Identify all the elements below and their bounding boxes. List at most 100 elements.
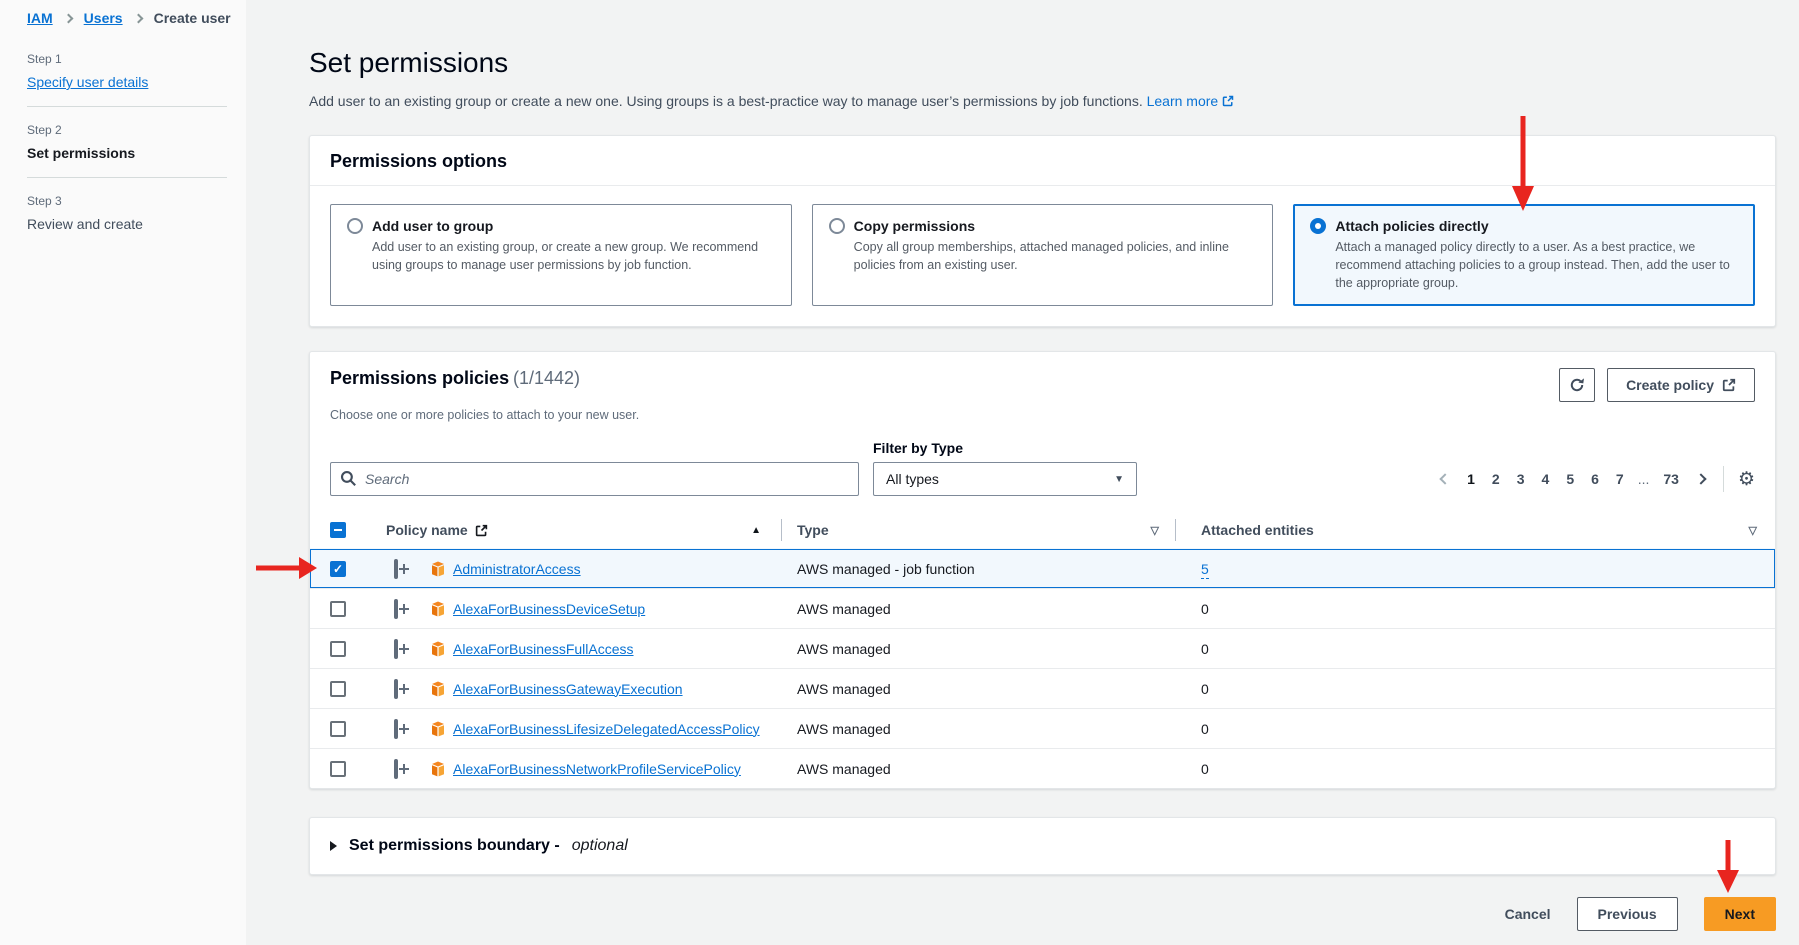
page-number[interactable]: 3 — [1512, 469, 1530, 489]
radio-selected-icon[interactable] — [1310, 218, 1326, 234]
table-row: AlexaForBusinessFullAccess AWS managed 0 — [310, 628, 1775, 668]
attached-entities-header-label: Attached entities — [1201, 522, 1314, 538]
type-filter-select[interactable]: All types ▼ — [873, 462, 1137, 496]
page-number[interactable]: 2 — [1487, 469, 1505, 489]
learn-more-label: Learn more — [1147, 93, 1219, 109]
step-1-link[interactable]: Specify user details — [27, 74, 227, 90]
expand-row-button[interactable] — [394, 759, 398, 779]
radio-unselected-icon[interactable] — [347, 218, 363, 234]
policies-table: Policy name ▲ Type ▽ Attached entities ▽… — [310, 512, 1775, 788]
permissions-policies-title: Permissions policies — [330, 368, 509, 388]
previous-page-icon[interactable] — [1439, 473, 1450, 484]
filter-caret-icon[interactable]: ▽ — [1151, 524, 1175, 537]
page-number[interactable]: 7 — [1611, 469, 1629, 489]
vertical-divider — [1723, 466, 1724, 492]
attached-entities-count: 0 — [1175, 641, 1777, 657]
permissions-options-header: Permissions options — [310, 136, 1775, 185]
permissions-policies-card: Permissions policies (1/1442) Create pol… — [309, 351, 1776, 789]
policy-name-link[interactable]: AlexaForBusinessGatewayExecution — [453, 681, 683, 697]
pagination-ellipsis: ... — [1636, 471, 1652, 487]
policy-name-link[interactable]: AlexaForBusinessNetworkProfileServicePol… — [453, 761, 741, 777]
page-number[interactable]: 73 — [1658, 469, 1684, 489]
wizard-steps: Step 1 Specify user details Step 2 Set p… — [27, 52, 227, 248]
expand-row-button[interactable] — [394, 639, 398, 659]
breadcrumb: IAM Users Create user — [27, 10, 231, 26]
table-header-row: Policy name ▲ Type ▽ Attached entities ▽ — [310, 512, 1775, 548]
learn-more-link[interactable]: Learn more — [1147, 93, 1234, 109]
cancel-button[interactable]: Cancel — [1505, 906, 1551, 922]
breadcrumb-link-users[interactable]: Users — [84, 10, 123, 26]
policies-description: Choose one or more policies to attach to… — [310, 408, 1775, 422]
managed-policy-icon — [430, 601, 446, 617]
create-policy-button[interactable]: Create policy — [1607, 368, 1755, 402]
row-checkbox[interactable] — [330, 721, 346, 737]
column-header-type[interactable]: Type ▽ — [781, 512, 1175, 548]
option-tile-add-user-to-group[interactable]: Add user to group Add user to an existin… — [330, 204, 792, 306]
column-header-attached-entities[interactable]: Attached entities ▽ — [1175, 512, 1777, 548]
permissions-options-title: Permissions options — [330, 151, 1755, 172]
permissions-options-card: Permissions options Add user to group Ad… — [309, 135, 1776, 327]
policy-type: AWS managed — [781, 681, 1175, 697]
attached-entities-count[interactable]: 5 — [1201, 561, 1209, 579]
row-checkbox[interactable] — [330, 641, 346, 657]
attached-entities-count: 0 — [1175, 601, 1777, 617]
policy-name-link[interactable]: AdministratorAccess — [453, 561, 581, 577]
managed-policy-icon — [430, 561, 446, 577]
expand-row-button[interactable] — [394, 559, 398, 579]
table-row: AlexaForBusinessLifesizeDelegatedAccessP… — [310, 708, 1775, 748]
page-number[interactable]: 5 — [1561, 469, 1579, 489]
radio-unselected-icon[interactable] — [829, 218, 845, 234]
external-link-icon — [475, 524, 488, 537]
policy-type: AWS managed — [781, 601, 1175, 617]
row-checkbox[interactable] — [330, 601, 346, 617]
external-link-icon — [1222, 95, 1234, 107]
expand-row-button[interactable] — [394, 679, 398, 699]
select-all-checkbox[interactable] — [330, 522, 346, 538]
page-number[interactable]: 4 — [1537, 469, 1555, 489]
next-page-icon[interactable] — [1695, 473, 1706, 484]
chevron-down-icon: ▼ — [1114, 474, 1124, 485]
next-button[interactable]: Next — [1704, 897, 1776, 931]
table-row: AlexaForBusinessGatewayExecution AWS man… — [310, 668, 1775, 708]
policy-name-link[interactable]: AlexaForBusinessFullAccess — [453, 641, 634, 657]
search-icon — [340, 470, 357, 487]
expand-row-button[interactable] — [394, 599, 398, 619]
step-2-current: Set permissions — [27, 145, 227, 161]
breadcrumb-current: Create user — [154, 10, 231, 26]
expand-row-button[interactable] — [394, 719, 398, 739]
row-checkbox[interactable] — [330, 761, 346, 777]
page-number[interactable]: 6 — [1586, 469, 1604, 489]
type-filter-value: All types — [886, 471, 939, 487]
policy-type: AWS managed — [781, 721, 1175, 737]
boundary-title: Set permissions boundary - — [349, 837, 560, 855]
permissions-options-tiles: Add user to group Add user to an existin… — [310, 186, 1775, 326]
create-policy-label: Create policy — [1626, 377, 1714, 393]
sort-ascending-icon[interactable]: ▲ — [751, 525, 761, 536]
previous-button[interactable]: Previous — [1577, 897, 1678, 931]
step-3-name: Review and create — [27, 216, 227, 232]
permissions-boundary-section[interactable]: Set permissions boundary - optional — [309, 817, 1776, 875]
search-input[interactable] — [330, 462, 859, 496]
filter-by-type-label: Filter by Type — [873, 440, 1137, 456]
row-checkbox[interactable]: ✓ — [330, 561, 346, 577]
step-2-label: Step 2 — [27, 123, 227, 137]
managed-policy-icon — [430, 721, 446, 737]
gear-icon[interactable]: ⚙ — [1738, 470, 1755, 489]
filter-caret-icon[interactable]: ▽ — [1749, 524, 1777, 537]
row-checkbox[interactable] — [330, 681, 346, 697]
managed-policy-icon — [430, 641, 446, 657]
policy-name-link[interactable]: AlexaForBusinessDeviceSetup — [453, 601, 645, 617]
page-number[interactable]: 1 — [1462, 469, 1480, 489]
policies-count: (1/1442) — [513, 368, 580, 388]
column-header-policy-name[interactable]: Policy name ▲ — [356, 522, 781, 538]
wizard-footer: Cancel Previous Next — [309, 897, 1776, 931]
breadcrumb-link-iam[interactable]: IAM — [27, 10, 53, 26]
refresh-button[interactable] — [1559, 368, 1595, 402]
page-title: Set permissions — [309, 45, 1776, 81]
option-tile-copy-permissions[interactable]: Copy permissions Copy all group membersh… — [812, 204, 1274, 306]
chevron-right-icon — [133, 13, 143, 23]
external-link-icon — [1722, 378, 1736, 392]
refresh-icon — [1569, 377, 1585, 393]
option-tile-attach-policies-directly[interactable]: Attach policies directly Attach a manage… — [1293, 204, 1755, 306]
policy-name-link[interactable]: AlexaForBusinessLifesizeDelegatedAccessP… — [453, 721, 760, 737]
